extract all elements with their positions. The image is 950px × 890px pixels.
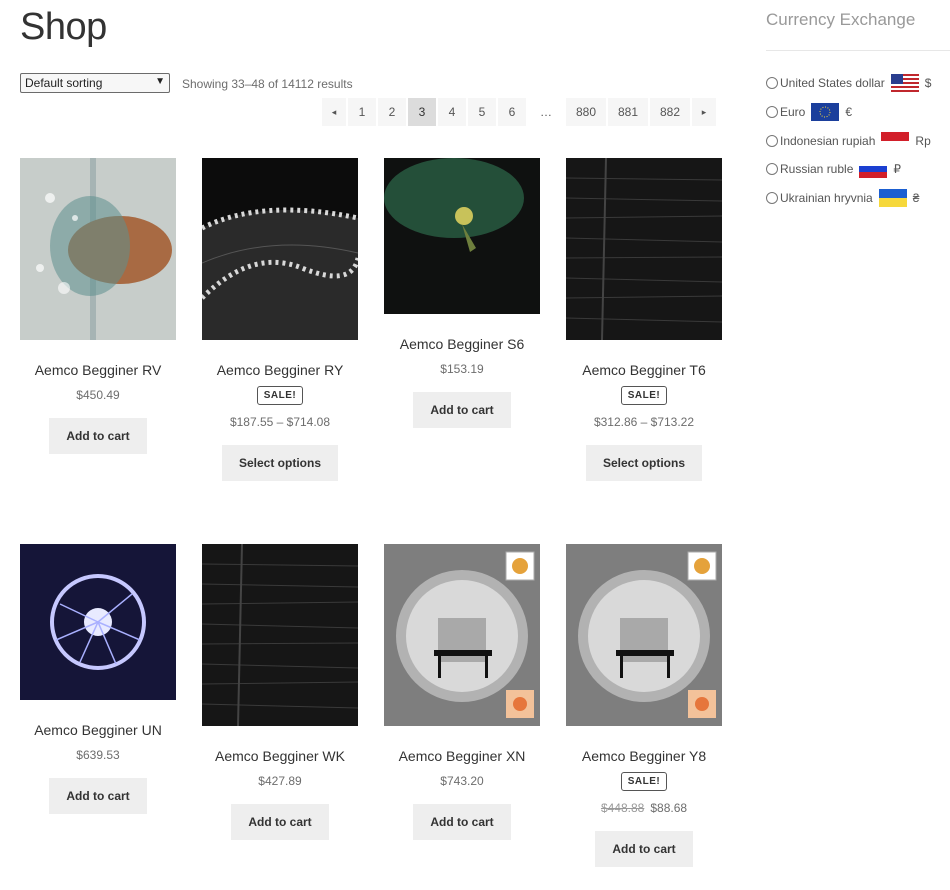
product-price: $448.88 $88.68 <box>566 801 722 815</box>
currency-symbol: ₴ <box>912 191 920 205</box>
add-to-cart-button[interactable]: Add to cart <box>595 831 693 867</box>
radio-button[interactable] <box>766 192 778 204</box>
indonesia-flag-icon <box>881 132 910 150</box>
page-title: Shop <box>20 6 107 48</box>
currency-widget-title: Currency Exchange <box>766 10 916 29</box>
sale-price: $88.68 <box>650 801 688 815</box>
product-price: $450.49 <box>76 388 120 402</box>
currency-symbol: Rp <box>915 134 931 148</box>
product-title[interactable]: Aemco Begginer WK <box>202 748 358 764</box>
product-image[interactable] <box>566 544 722 726</box>
circular-doorway-photo <box>566 544 722 726</box>
product-card: Aemco Begginer RV $450.49 Add to cart <box>20 158 176 454</box>
radio-button[interactable] <box>766 106 778 118</box>
zipper-fabric-photo <box>202 158 358 340</box>
splash-fist-photo <box>20 158 176 340</box>
page-link[interactable]: 881 <box>608 98 648 126</box>
product-card: Aemco Begginer T6 SALE! $312.86 – $713.2… <box>566 158 722 481</box>
sale-badge: SALE! <box>620 386 668 405</box>
product-image[interactable] <box>566 158 722 340</box>
product-title[interactable]: Aemco Begginer XN <box>384 748 540 764</box>
select-options-button[interactable]: Select options <box>221 445 338 481</box>
add-to-cart-button[interactable]: Add to cart <box>49 778 147 814</box>
select-options-button[interactable]: Select options <box>585 445 702 481</box>
product-price: $427.89 <box>258 774 302 788</box>
radio-button[interactable] <box>766 163 778 175</box>
product-image[interactable] <box>384 158 540 314</box>
product-title[interactable]: Aemco Begginer T6 <box>566 362 722 378</box>
currency-symbol: € <box>845 105 853 119</box>
eu-flag-icon <box>811 103 840 121</box>
radio-button[interactable] <box>766 77 778 89</box>
currency-option-idr[interactable]: Indonesian rupiah Rp <box>766 132 931 150</box>
product-title[interactable]: Aemco Begginer S6 <box>384 336 540 352</box>
pagination-ellipsis: … <box>540 105 552 119</box>
currency-name: Euro <box>780 105 806 119</box>
old-price: $448.88 <box>600 801 645 815</box>
page-link[interactable]: 880 <box>566 98 606 126</box>
add-to-cart-button[interactable]: Add to cart <box>49 418 147 454</box>
product-price: $639.53 <box>76 748 120 762</box>
sorting-value: Default sorting <box>25 76 103 90</box>
currency-option-rub[interactable]: Russian ruble ₽ <box>766 160 901 178</box>
widget-divider <box>766 50 950 51</box>
currency-option-uah[interactable]: Ukrainian hryvnia ₴ <box>766 189 919 207</box>
dark-texture-photo <box>566 158 722 340</box>
page-current: 3 <box>408 98 436 126</box>
product-image[interactable] <box>384 544 540 726</box>
product-title[interactable]: Aemco Begginer RV <box>20 362 176 378</box>
product-image[interactable] <box>202 544 358 726</box>
page-link[interactable]: 1 <box>348 98 376 126</box>
page-link[interactable]: 882 <box>650 98 690 126</box>
currency-name: Russian ruble <box>780 162 854 176</box>
result-count: Showing 33–48 of 14112 results <box>182 77 353 91</box>
russia-flag-icon <box>859 160 888 178</box>
product-price: $312.86 – $713.22 <box>593 415 695 429</box>
add-to-cart-button[interactable]: Add to cart <box>231 804 329 840</box>
product-image[interactable] <box>20 544 176 700</box>
pagination-next-icon[interactable]: ▸ <box>692 98 716 126</box>
ukraine-flag-icon <box>878 189 907 207</box>
product-title[interactable]: Aemco Begginer RY <box>202 362 358 378</box>
dark-creature-photo <box>384 158 540 314</box>
product-card: Aemco Begginer Y8 SALE! $448.88 $88.68 Ad… <box>566 544 722 867</box>
page-link[interactable]: 6 <box>498 98 526 126</box>
product-price: $153.19 <box>440 362 484 376</box>
currency-name: United States dollar <box>780 76 885 90</box>
product-card: Aemco Begginer S6 $153.19 Add to cart <box>384 158 540 428</box>
sale-badge: SALE! <box>256 386 304 405</box>
page-link[interactable]: 2 <box>378 98 406 126</box>
currency-name: Ukrainian hryvnia <box>780 191 873 205</box>
currency-name: Indonesian rupiah <box>780 134 876 148</box>
pagination-prev-icon[interactable]: ◂ <box>322 98 346 126</box>
add-to-cart-button[interactable]: Add to cart <box>413 804 511 840</box>
add-to-cart-button[interactable]: Add to cart <box>413 392 511 428</box>
product-card: Aemco Begginer UN $639.53 Add to cart <box>20 544 176 814</box>
dropdown-arrow-icon: ▼ <box>155 76 165 87</box>
pagination: ◂ 1 2 3 4 5 6 … 880 881 882 ▸ <box>322 98 716 126</box>
product-title[interactable]: Aemco Begginer UN <box>20 722 176 738</box>
product-image[interactable] <box>20 158 176 340</box>
product-title[interactable]: Aemco Begginer Y8 <box>566 748 722 764</box>
product-price: $743.20 <box>440 774 484 788</box>
currency-option-usd[interactable]: United States dollar $ <box>766 74 931 92</box>
product-card: Aemco Begginer XN $743.20 Add to cart <box>384 544 540 840</box>
currency-symbol: $ <box>924 76 932 90</box>
product-card: Aemco Begginer RY SALE! $187.55 – $714.0… <box>202 158 358 481</box>
us-flag-icon <box>890 74 919 92</box>
circular-doorway-photo <box>384 544 540 726</box>
product-image[interactable] <box>202 158 358 340</box>
plasma-ball-photo <box>20 544 176 700</box>
currency-option-eur[interactable]: Euro € <box>766 103 852 121</box>
sorting-select[interactable]: Default sorting ▼ <box>20 73 170 93</box>
product-price: $187.55 – $714.08 <box>229 415 331 429</box>
sale-badge: SALE! <box>620 772 668 791</box>
radio-button[interactable] <box>766 135 778 147</box>
page-link[interactable]: 4 <box>438 98 466 126</box>
product-card: Aemco Begginer WK $427.89 Add to cart <box>202 544 358 840</box>
dark-texture-photo <box>202 544 358 726</box>
page-link[interactable]: 5 <box>468 98 496 126</box>
currency-symbol: ₽ <box>893 162 902 176</box>
